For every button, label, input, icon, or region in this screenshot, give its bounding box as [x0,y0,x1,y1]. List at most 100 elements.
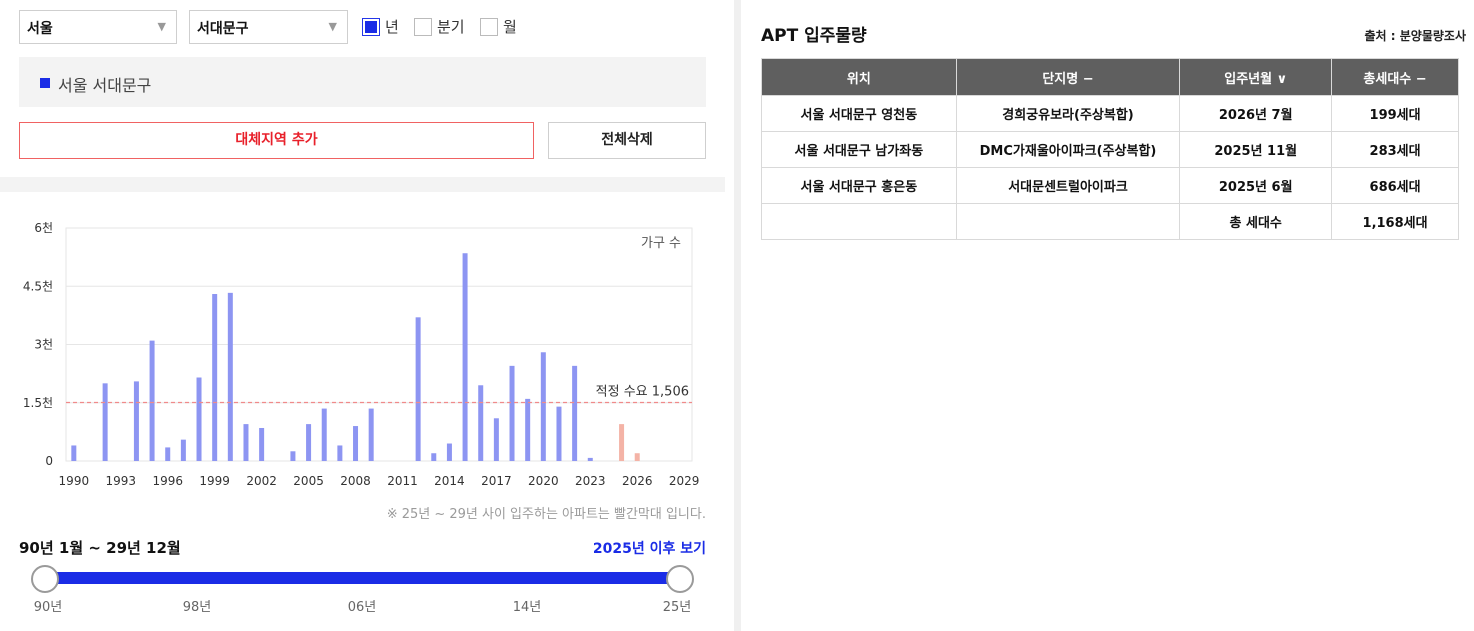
table-row: 서울 서대문구 남가좌동 DMC가재울아이파크(주상복합) 2025년 11월 … [761,131,1459,168]
bar-2007 [337,445,343,461]
col-location: 위치 [761,58,957,96]
bar-2019 [525,398,531,461]
y-tick-label: 4.5천 [23,278,53,293]
selected-region-box: 서울 서대문구 [19,57,706,107]
cell-empty [761,203,957,240]
cell-move-in: 2025년 6월 [1179,167,1333,204]
x-tick-label: 2008 [340,474,371,488]
bar-1992 [102,383,108,461]
slider-label: 90년 [33,600,63,615]
bar-2000 [227,292,233,461]
bar-1994 [133,381,139,461]
selected-region-label: 서울 서대문구 [58,76,152,95]
table-header-row: 위치 단지명 − 입주년월 ∨ 총세대수 − [761,58,1459,96]
bar-2026 [634,453,640,461]
bar-1999 [212,294,218,461]
range-slider-end-handle[interactable] [666,565,694,593]
col-complex-sort[interactable]: 단지명 − [955,58,1181,96]
cell-move-in: 2025년 11월 [1179,131,1333,168]
x-tick-label: 2026 [622,474,653,488]
bar-2023 [587,457,593,461]
cell-empty [955,203,1181,240]
cell-complex: 경희궁유보라(주상복합) [955,95,1181,132]
x-tick-label: 2023 [575,474,606,488]
bar-2013 [431,453,437,461]
bar-2001 [243,424,249,461]
data-source: 출처 : 분양물량조사 [1364,29,1466,43]
district-select-value: 서대문구 [197,21,249,37]
city-select-value: 서울 [27,21,53,37]
threshold-label: 적정 수요 1,506 [596,385,689,400]
checkbox-unchecked-icon [414,17,432,36]
panel-divider [734,0,741,631]
bar-2006 [321,408,327,461]
checkbox-checked-icon [362,17,380,36]
x-tick-label: 1993 [106,474,137,488]
bar-2020 [540,352,546,461]
x-tick-label: 2020 [528,474,559,488]
chart-note: ※ 25년 ~ 29년 사이 입주하는 아파트는 빨간막대 입니다. [386,507,706,522]
cell-location: 서울 서대문구 남가좌동 [761,131,957,168]
y-tick-label: 0 [45,454,53,468]
table-total-row: 총 세대수 1,168세대 [761,203,1459,240]
period-quarter-checkbox[interactable]: 분기 [414,16,465,37]
period-quarter-label: 분기 [437,18,465,36]
y-tick-label: 6천 [34,220,53,235]
x-tick-label: 1990 [59,474,90,488]
bar-2009 [368,408,374,461]
x-tick-label: 1996 [152,474,183,488]
table-row: 서울 서대문구 홍은동 서대문센트럴아이파크 2025년 6월 686세대 [761,167,1459,204]
dropdown-arrow-icon: ▼ [328,20,337,33]
range-slider-track[interactable] [45,572,680,584]
city-select[interactable]: 서울 ▼ [19,10,177,44]
col-households-sort[interactable]: 총세대수 − [1331,58,1459,96]
bar-2021 [556,406,562,461]
cell-households: 199세대 [1331,95,1459,132]
range-title: 90년 1월 ~ 29년 12월 [19,539,181,557]
cell-complex: 서대문센트럴아이파크 [955,167,1181,204]
delete-all-button[interactable]: 전체삭제 [548,122,706,159]
after-2025-link[interactable]: 2025년 이후 보기 [593,538,706,558]
x-tick-label: 2017 [481,474,512,488]
period-year-checkbox[interactable]: 년 [362,16,399,37]
bar-1990 [71,445,77,461]
bar-2025 [619,424,625,461]
x-tick-label: 1999 [199,474,230,488]
region-color-square-icon [40,78,50,88]
checkbox-unchecked-icon [480,17,498,36]
period-year-label: 년 [385,18,399,36]
bar-2008 [353,426,359,461]
cell-location: 서울 서대문구 영천동 [761,95,957,132]
add-region-button[interactable]: 대체지역 추가 [19,122,534,159]
col-move-in-sort[interactable]: 입주년월 ∨ [1179,58,1333,96]
bar-1995 [149,340,155,461]
bar-2012 [415,317,421,461]
bar-1998 [196,377,202,461]
apt-title: APT 입주물량 [761,26,867,46]
bar-2016 [478,385,484,461]
range-slider-start-handle[interactable] [31,565,59,593]
y-tick-label: 3천 [34,337,53,352]
district-select[interactable]: 서대문구 ▼ [189,10,348,44]
table-row: 서울 서대문구 영천동 경희궁유보라(주상복합) 2026년 7월 199세대 [761,95,1459,132]
slider-label: 25년 [662,600,692,615]
bar-2017 [493,418,499,461]
supply-bar-chart: 0 1.5천 3천 4.5천 6천 1990 1993 1996 1999 2002 2005 200… [23,220,700,488]
bar-1996 [165,447,171,461]
cell-move-in: 2026년 7월 [1179,95,1333,132]
bar-1997 [180,439,186,461]
x-tick-label: 2011 [387,474,418,488]
period-month-checkbox[interactable]: 월 [480,16,517,37]
total-label: 총 세대수 [1179,203,1333,240]
bar-2004 [290,451,296,461]
bar-2002 [259,427,265,461]
bar-2015 [462,253,468,461]
x-tick-label: 2005 [293,474,324,488]
dropdown-arrow-icon: ▼ [157,20,166,33]
bar-2014 [446,443,452,461]
legend-label: 가구 수 [641,236,681,251]
slider-label: 14년 [512,600,542,615]
slider-label: 98년 [182,600,212,615]
x-tick-label: 2014 [434,474,465,488]
bar-2022 [572,365,578,461]
